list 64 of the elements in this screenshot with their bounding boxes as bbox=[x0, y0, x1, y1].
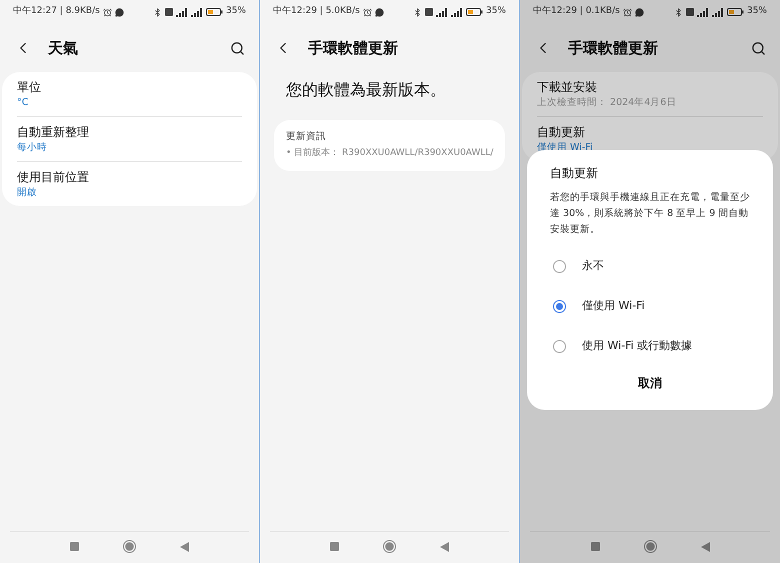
battery-percent: 35% bbox=[746, 5, 767, 18]
battery-icon bbox=[466, 8, 483, 16]
page-title: 手環軟體更新 bbox=[568, 38, 659, 59]
bluetooth-icon bbox=[152, 8, 162, 16]
chat-icon bbox=[634, 8, 644, 16]
settings-item[interactable]: 使用目前位置 開啟 bbox=[17, 161, 242, 206]
home-icon[interactable] bbox=[123, 540, 136, 553]
radio-option[interactable]: 永不 bbox=[550, 246, 750, 286]
back-triangle-icon[interactable] bbox=[180, 542, 189, 552]
battery-percent: 35% bbox=[486, 5, 506, 18]
option-label: 使用 Wi-Fi 或行動數據 bbox=[582, 338, 692, 354]
item-label: 單位 bbox=[17, 79, 42, 96]
alarm-icon bbox=[362, 8, 372, 16]
radio-button[interactable] bbox=[553, 260, 566, 272]
search-icon[interactable] bbox=[230, 40, 245, 56]
bluetooth-icon bbox=[674, 8, 683, 16]
radio-button[interactable] bbox=[553, 340, 566, 352]
settings-item[interactable]: 單位 °C bbox=[17, 72, 242, 116]
battery-icon bbox=[206, 8, 223, 16]
status-time: 中午12:27 | 8.9KB/s bbox=[13, 5, 100, 18]
item-value: 開啟 bbox=[17, 186, 38, 199]
item-label: 自動更新 bbox=[537, 124, 586, 141]
item-value: °C bbox=[17, 96, 30, 109]
alarm-icon bbox=[622, 8, 632, 16]
settings-item[interactable]: 自動重新整理 每小時 bbox=[17, 116, 242, 161]
battery-percent: 35% bbox=[226, 5, 246, 18]
radio-option[interactable]: 僅使用 Wi-Fi bbox=[550, 286, 750, 326]
signal-icon bbox=[190, 8, 203, 16]
item-label: 下載並安裝 bbox=[537, 79, 598, 96]
dialog-title: 自動更新 bbox=[550, 165, 599, 182]
radio-option[interactable]: 使用 Wi-Fi 或行動數據 bbox=[550, 326, 750, 366]
signal-icon bbox=[696, 8, 709, 16]
settings-item[interactable]: 下載並安裝 上次檢查時間： 2024年4月6日 bbox=[537, 72, 763, 116]
battery-icon bbox=[726, 8, 744, 16]
signal-icon bbox=[450, 8, 463, 16]
status-time: 中午12:29 | 0.1KB/s bbox=[533, 5, 620, 18]
recents-icon[interactable] bbox=[590, 542, 600, 551]
home-icon[interactable] bbox=[644, 540, 656, 553]
version-line: • 目前版本： R390XXU0AWLL/R390XXU0AWLL/ bbox=[286, 147, 493, 160]
home-icon[interactable] bbox=[383, 540, 396, 553]
card-title: 更新資訊 bbox=[286, 130, 327, 144]
radio-button[interactable] bbox=[553, 300, 566, 312]
signal-icon bbox=[712, 8, 724, 16]
status-message: 您的軟體為最新版本。 bbox=[285, 79, 447, 101]
search-icon[interactable] bbox=[751, 40, 766, 56]
item-value: 每小時 bbox=[17, 141, 48, 154]
option-label: 永不 bbox=[582, 258, 604, 274]
item-value: 上次檢查時間： 2024年4月6日 bbox=[537, 96, 678, 109]
page-title: 手環軟體更新 bbox=[308, 38, 399, 59]
item-label: 自動重新整理 bbox=[17, 124, 90, 141]
item-label: 使用目前位置 bbox=[17, 169, 90, 186]
option-label: 僅使用 Wi-Fi bbox=[582, 298, 645, 314]
bluetooth-icon bbox=[412, 8, 422, 16]
alarm-icon bbox=[102, 8, 112, 16]
signal-icon bbox=[436, 8, 448, 16]
chat-icon bbox=[114, 8, 124, 16]
dialog-message: 若您的手環與手機連線且正在充電，電量至少達 30%，則系統將於下午 8 至早上 9 間自動安裝更新。 bbox=[550, 191, 750, 237]
status-time: 中午12:29 | 5.0KB/s bbox=[273, 5, 360, 18]
chat-icon bbox=[374, 8, 384, 16]
back-triangle-icon[interactable] bbox=[700, 542, 710, 552]
signal-icon bbox=[176, 8, 188, 16]
page-title: 天氣 bbox=[48, 38, 79, 59]
cancel-button[interactable]: 取消 bbox=[628, 370, 672, 396]
back-triangle-icon[interactable] bbox=[440, 542, 449, 552]
